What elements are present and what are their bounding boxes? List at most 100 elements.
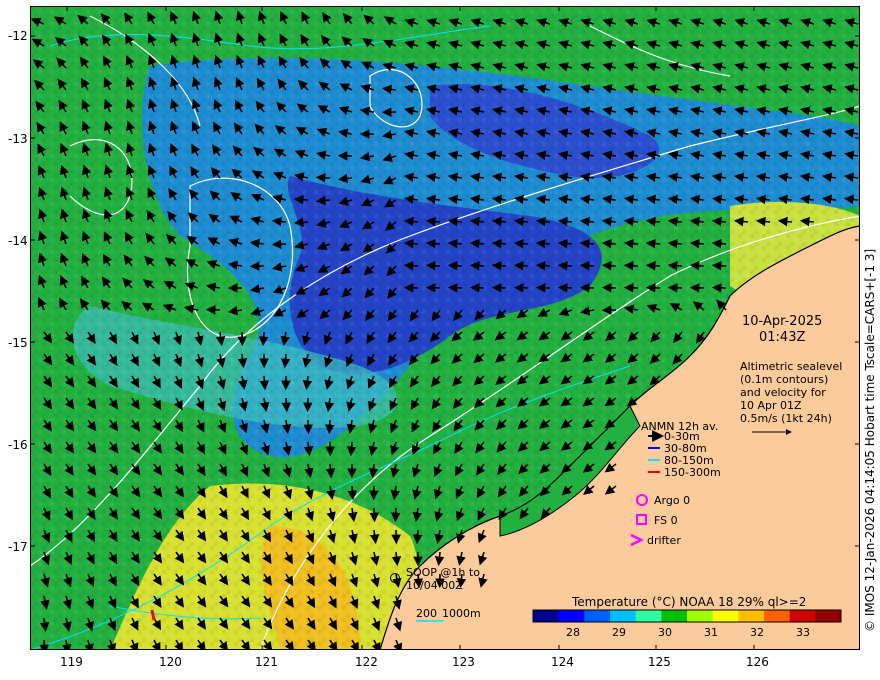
velocity-arrow [513,260,529,271]
velocity-arrow [601,238,617,249]
velocity-arrow [711,238,727,249]
colorbar-swatch [584,610,611,622]
velocity-arrow [711,260,727,271]
bathy-label-200: 200 [416,607,437,620]
velocity-arrow [412,529,423,545]
altimetry-note-line: (0.1m contours) [740,373,829,386]
fs-label: FS 0 [654,514,678,527]
velocity-arrow [535,238,551,249]
velocity-arrow [623,216,639,227]
velocity-arrow [293,194,309,205]
velocity-arrow [513,238,529,249]
lat-tick-label: -14 [8,234,28,248]
sst-map [29,6,861,655]
velocity-arrow [689,238,705,249]
lon-tick-label: 119 [60,655,83,669]
lon-tick-label: 123 [452,655,475,669]
lon-tick-label: 120 [159,655,182,669]
velocity-arrow [557,216,573,227]
velocity-arrow [667,260,683,271]
velocity-arrow [557,238,573,249]
velocity-arrow [403,260,419,271]
timestamp-date: 10-Apr-2025 [742,314,823,329]
lat-tick-label: -17 [8,540,28,554]
soop-label-line: 10/04 00Z [406,579,463,592]
velocity-arrow [777,216,793,227]
velocity-arrow [369,507,380,523]
velocity-arrow [579,238,595,249]
colorbar-swatch [738,610,765,622]
colorbar-swatch [764,610,791,622]
colorbar-tick-label: 28 [566,626,580,639]
colorbar-swatch [789,610,816,622]
velocity-arrow [623,238,639,249]
velocity-arrow [491,216,507,227]
colorbar-tick-label: 31 [704,626,718,639]
velocity-arrow [280,353,291,369]
colorbar-tick-label: 30 [658,626,672,639]
colorbar-swatch [687,610,714,622]
velocity-arrow [315,172,331,183]
colorbar-tick-label: 32 [750,626,764,639]
colorbar-tick-label: 33 [796,626,810,639]
map-frame [29,6,861,655]
lon-tick-label: 121 [255,655,278,669]
velocity-arrow [513,216,529,227]
lat-tick-label: -16 [8,438,28,452]
velocity-arrow [645,238,661,249]
colorbar-swatch [533,610,560,622]
velocity-arrow [601,260,617,271]
velocity-arrow [425,260,441,271]
velocity-arrow [347,485,358,501]
deep-current-marker [150,609,156,621]
velocity-arrow [645,216,661,227]
velocity-arrow [258,331,269,347]
imos-credit-label: © IMOS 12-Jan-2026 04:14:05 Hobart time … [863,248,877,632]
velocity-arrow [667,216,683,227]
velocity-arrow [535,260,551,271]
velocity-arrow [315,195,331,206]
velocity-arrow [281,397,292,413]
altimetry-note-line: 0.5m/s (1kt 24h) [740,412,832,425]
lon-tick-label: 124 [551,655,574,669]
velocity-arrow [579,216,595,227]
lon-tick-label: 125 [648,655,671,669]
velocity-arrow [667,238,683,249]
velocity-arrow [391,551,402,567]
lat-tick-label: -15 [8,336,28,350]
velocity-arrow [390,507,401,523]
velocity-arrow [259,375,270,391]
velocity-arrow [689,216,705,227]
velocity-arrow [645,260,661,271]
velocity-arrow [271,239,287,250]
colorbar-swatch [815,610,842,622]
soop-label: SOOP @1h to 10/04 00Z [406,566,480,592]
velocity-arrow [346,441,357,457]
temperature-colorbar [532,609,842,623]
velocity-arrow [623,260,639,271]
argo-label: Argo 0 [654,494,691,507]
timestamp-time: 01:43Z [759,330,806,345]
soop-label-line: SOOP @1h to [406,566,480,579]
colorbar-swatch [635,610,662,622]
colorbar-swatch [610,610,637,622]
velocity-arrow [711,216,727,227]
lon-tick-label: 126 [746,655,769,669]
velocity-arrow [325,463,336,479]
velocity-arrow [39,639,50,655]
velocity-arrow [469,238,485,249]
velocity-arrow [469,260,485,271]
velocity-arrow [491,260,507,271]
velocity-arrow [557,260,573,271]
velocity-arrow [403,216,419,227]
velocity-arrow [434,551,445,567]
velocity-arrow [293,217,309,228]
lon-tick-label: 122 [355,655,378,669]
altimetry-note: Altimetric sealevel (0.1m contours) and … [740,360,842,425]
velocity-arrow [447,238,463,249]
altimetry-note-line: Altimetric sealevel [740,360,843,373]
velocity-arrow [425,238,441,249]
velocity-arrow [271,216,287,227]
altimetry-note-line: 10 Apr 01Z [740,399,802,412]
velocity-arrow [579,260,595,271]
